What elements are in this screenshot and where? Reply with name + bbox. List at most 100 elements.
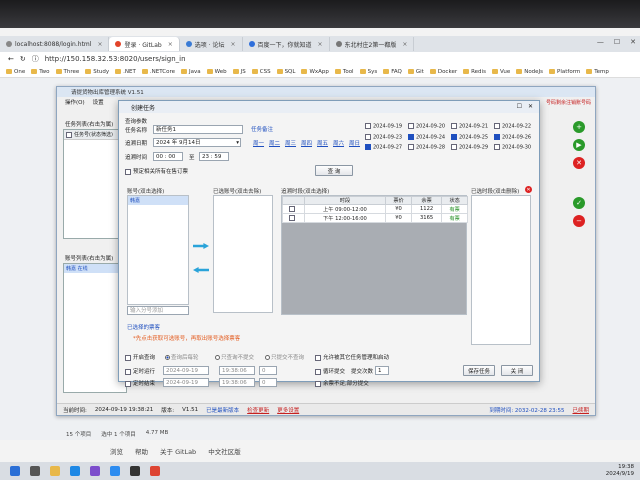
stop-icon[interactable]: ✕ — [573, 157, 585, 169]
checkbox[interactable] — [408, 123, 414, 129]
bookmark[interactable]: Web — [206, 69, 227, 75]
bookmark[interactable]: NodeJs — [516, 69, 543, 75]
task-name-input[interactable]: 新任务1 — [153, 125, 243, 134]
time-from-input[interactable]: 00 : 00 — [153, 152, 183, 161]
checkbox[interactable] — [451, 144, 457, 150]
footer-link-help[interactable]: 帮助 — [135, 446, 148, 456]
bookmark[interactable]: WxApp — [301, 69, 329, 75]
date-option[interactable]: 2024-09-23 — [365, 133, 408, 140]
app-icon[interactable] — [150, 466, 160, 476]
bookmark[interactable]: FAQ — [383, 69, 402, 75]
table-row[interactable]: 上午 09:00-12:00 ¥0 1122 有票 — [282, 204, 468, 214]
weekday-tue[interactable]: 周二 — [269, 139, 280, 147]
date-option[interactable]: 2024-09-26 — [494, 133, 537, 140]
timing-option[interactable]: 定时运行 — [125, 367, 155, 375]
account-item[interactable]: 韩嘉 — [128, 196, 188, 205]
start-icon[interactable] — [10, 466, 20, 476]
date[interactable]: 2024/9/19 — [606, 471, 634, 478]
checkbox[interactable] — [289, 214, 296, 221]
checkbox-checked[interactable] — [451, 133, 457, 140]
allow-other-option[interactable]: 允许被其它任务管理和启动 — [315, 353, 389, 361]
account-add-input[interactable]: 输入分号添加 — [127, 306, 189, 315]
checkbox[interactable] — [451, 123, 457, 129]
remove-icon[interactable]: − — [573, 215, 585, 227]
browser-tab-active[interactable]: 登录 · GitLab × — [109, 37, 180, 51]
footer-link-about[interactable]: 关于 GitLab — [160, 446, 196, 456]
menu-settings[interactable]: 设置 — [93, 98, 104, 106]
clock[interactable]: 19:38 — [606, 464, 634, 471]
footer-link-explore[interactable]: 浏览 — [110, 446, 123, 456]
stop-date-input[interactable]: 2024-09-19 — [163, 378, 209, 387]
stop-time-input[interactable]: 19:38:06 — [219, 378, 255, 387]
footer-link-community[interactable]: 中文社区版 — [208, 446, 241, 456]
close-icon[interactable]: × — [97, 41, 102, 48]
checkbox[interactable] — [315, 354, 321, 361]
checkbox-checked[interactable] — [408, 133, 414, 140]
weekday-mon[interactable]: 周一 — [253, 139, 264, 147]
bookmark[interactable]: Platform — [549, 69, 580, 75]
cycle-option[interactable]: 开启查询 — [125, 353, 155, 361]
bookmark[interactable]: .NET — [115, 69, 136, 75]
stop-timing-option[interactable]: 定时结束 — [125, 379, 155, 387]
partial-submit-option[interactable]: 余票不足,部分提交 — [315, 379, 369, 387]
selected-account-box[interactable] — [213, 195, 273, 313]
refresh-icon[interactable]: ↻ — [20, 55, 26, 63]
minimize-icon[interactable]: ☐ — [517, 103, 522, 110]
checkbox[interactable] — [315, 368, 321, 375]
browser-tab[interactable]: 东北村庄2第一都版 × — [330, 37, 415, 51]
start-icon[interactable]: ▶ — [573, 139, 585, 151]
browser-tab[interactable]: localhost:8088/login.html × — [0, 37, 110, 51]
checkbox[interactable] — [315, 380, 321, 387]
checkbox[interactable] — [66, 131, 72, 138]
vscode-icon[interactable] — [110, 466, 120, 476]
date-option[interactable]: 2024-09-30 — [494, 144, 537, 151]
browser-tab[interactable]: 百度一下，你就知道 × — [243, 37, 330, 51]
browser-tab[interactable]: 选项 · 论坛 × — [180, 37, 243, 51]
radio-query-only[interactable]: 只查询不提交 — [215, 353, 254, 361]
weekday-sat[interactable]: 周六 — [333, 139, 344, 147]
bookmark[interactable]: Tool — [334, 69, 354, 75]
url-field[interactable]: http://150.158.32.53:8020/users/sign_in — [45, 55, 186, 63]
loop-submit-option[interactable]: 循环提交 — [315, 367, 345, 375]
date-option[interactable]: 2024-09-20 — [408, 123, 451, 130]
date-option[interactable]: 2024-09-22 — [494, 123, 537, 130]
more-settings-link[interactable]: 更多设置 — [277, 406, 299, 414]
row-checkbox-cell[interactable] — [282, 213, 305, 223]
check-update-link[interactable]: 检查更新 — [247, 406, 269, 414]
clear-icon[interactable]: ✕ — [525, 186, 532, 193]
radio[interactable] — [215, 355, 220, 360]
visual-studio-icon[interactable] — [90, 466, 100, 476]
date-option[interactable]: 2024-09-27 — [365, 144, 408, 151]
renew-link[interactable]: 已续期 — [572, 406, 589, 414]
bookmark[interactable]: Study — [85, 69, 109, 75]
move-right-icon[interactable] — [193, 243, 209, 249]
checkbox[interactable] — [365, 133, 371, 140]
terminal-icon[interactable] — [130, 466, 140, 476]
radio[interactable] — [265, 355, 270, 360]
file-explorer-icon[interactable] — [50, 466, 60, 476]
back-icon[interactable]: ← — [8, 55, 14, 63]
bookmark[interactable]: Git — [407, 69, 424, 75]
move-left-icon[interactable] — [193, 267, 209, 273]
time-to-input[interactable]: 23 : 59 — [199, 152, 229, 161]
close-icon[interactable]: × — [230, 41, 235, 48]
submit-times-input[interactable]: 1 — [375, 366, 389, 375]
close-icon[interactable]: ✕ — [528, 103, 533, 110]
date-option[interactable]: 2024-09-21 — [451, 123, 494, 130]
menu-operate[interactable]: 操作(O) — [65, 98, 85, 106]
bookmark[interactable]: One — [6, 69, 25, 75]
selected-period-box[interactable] — [471, 195, 531, 345]
save-task-button[interactable]: 保存任务 — [463, 365, 495, 376]
bookmark[interactable]: Three — [55, 69, 79, 75]
checkbox[interactable] — [494, 123, 500, 129]
close-icon[interactable]: × — [168, 41, 173, 48]
search-icon[interactable] — [30, 466, 40, 476]
date-option[interactable]: 2024-09-25 — [451, 133, 494, 140]
account-list-item[interactable]: 韩嘉 在线 — [64, 264, 126, 273]
row-checkbox-cell[interactable] — [282, 204, 305, 214]
stop-count-input[interactable]: 0 — [259, 378, 277, 387]
bookmark[interactable]: Redis — [463, 69, 486, 75]
bookmark[interactable]: Docker — [429, 69, 457, 75]
arrive-date-picker[interactable]: 2024 年 9月14日 ▾ — [153, 138, 241, 147]
radio-selected[interactable] — [165, 355, 170, 360]
